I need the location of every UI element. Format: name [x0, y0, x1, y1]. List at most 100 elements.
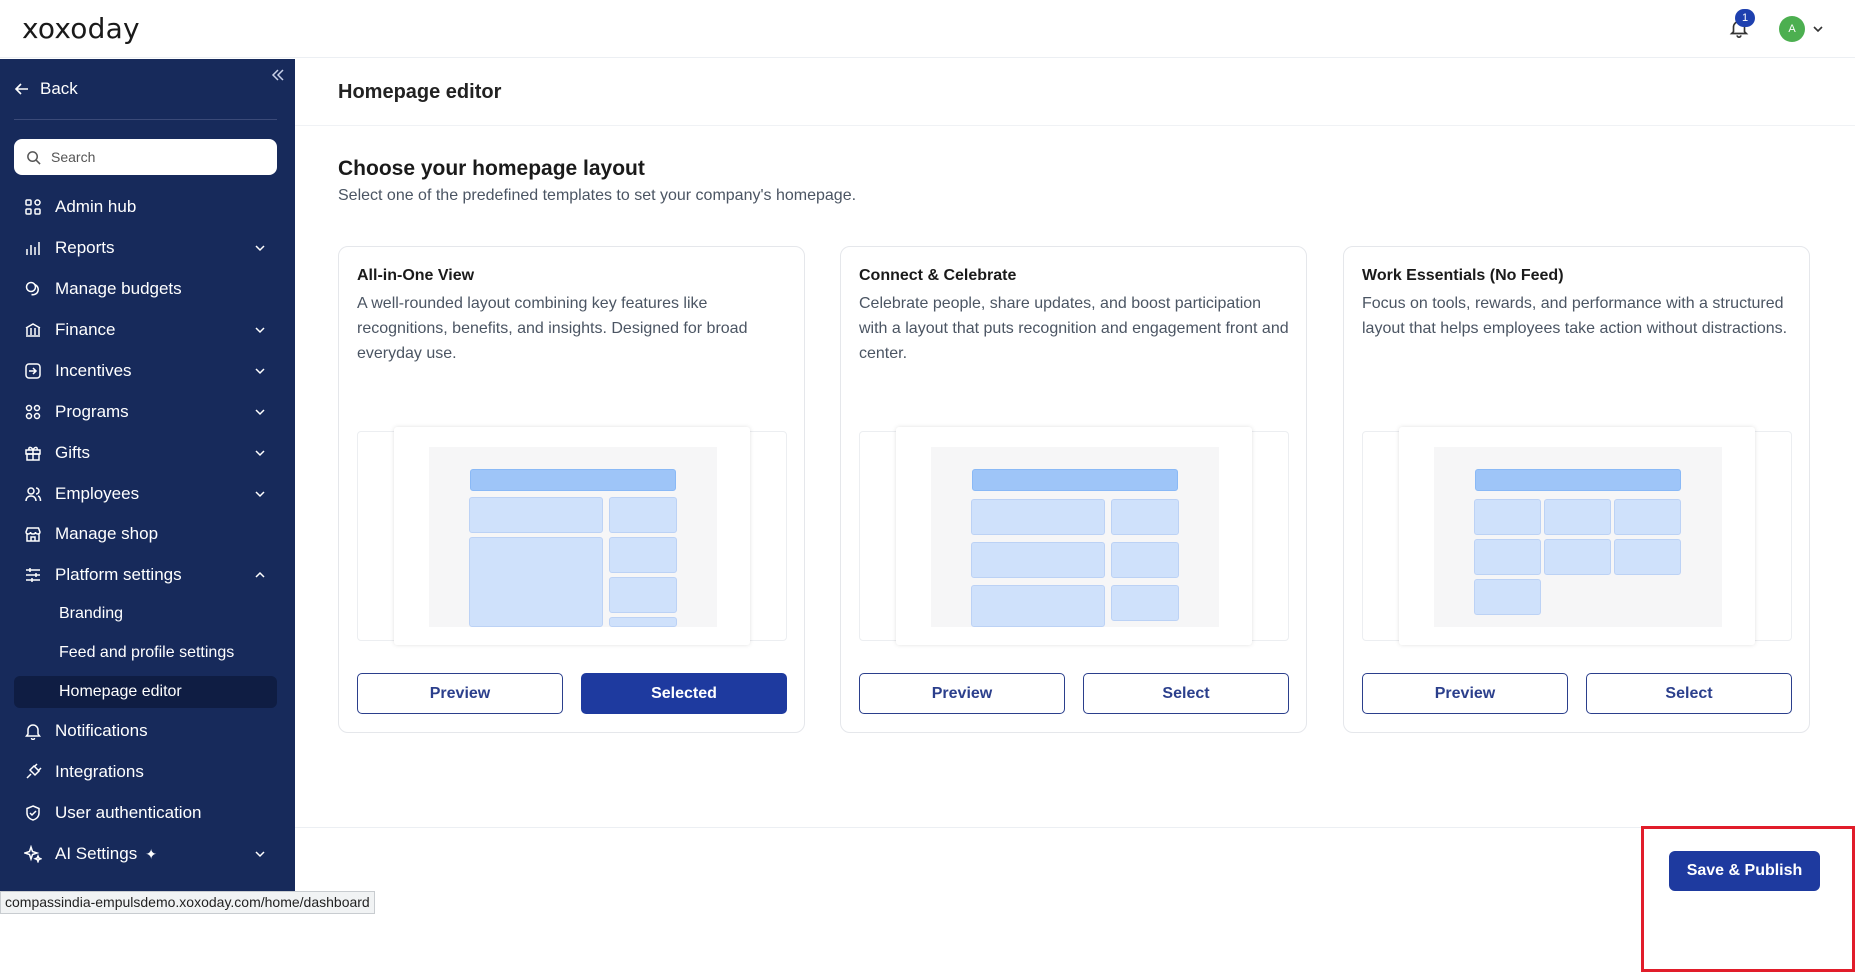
selected-button[interactable]: Selected: [581, 673, 787, 714]
status-bar-url: compassindia-empulsdemo.xoxoday.com/home…: [0, 891, 375, 914]
plug-icon: [23, 762, 43, 782]
sidebar-item-ai-settings[interactable]: AI Settings ✦: [14, 837, 277, 871]
card-description: Celebrate people, share updates, and boo…: [859, 295, 1289, 362]
chevron-down-icon: [255, 245, 265, 252]
card-description: Focus on tools, rewards, and performance…: [1362, 295, 1788, 337]
back-link[interactable]: Back: [14, 77, 78, 101]
publish-highlight-box: [1641, 826, 1855, 972]
preview-header-block: [470, 469, 676, 491]
sidebar-item-label: Manage shop: [55, 524, 159, 543]
preview-canvas: [931, 447, 1219, 627]
back-label: Back: [40, 79, 78, 98]
login-arrow-icon: [23, 361, 43, 381]
sidebar-item-manage-budgets[interactable]: Manage budgets: [14, 272, 277, 306]
preview-canvas: [1434, 447, 1722, 627]
chevron-down-icon: [255, 409, 265, 416]
sidebar-item-incentives[interactable]: Incentives: [14, 354, 277, 388]
sidebar-item-label: Gifts: [55, 443, 90, 462]
sidebar-item-notifications[interactable]: Notifications: [14, 714, 277, 748]
layout-card-work-essentials: Work Essentials (No Feed) Focus on tools…: [1343, 246, 1810, 733]
sidebar-item-label: Notifications: [55, 721, 148, 740]
sidebar-item-integrations[interactable]: Integrations: [14, 755, 277, 789]
users-icon: [23, 484, 43, 504]
preview-block: [609, 577, 677, 613]
sidebar-item-manage-shop[interactable]: Manage shop: [14, 517, 277, 551]
bank-icon: [23, 320, 43, 340]
sidebar-subitem-homepage-editor[interactable]: Homepage editor: [14, 676, 277, 708]
preview-block: [1474, 499, 1541, 535]
sidebar-divider: [14, 119, 277, 120]
save-and-publish-button[interactable]: Save & Publish: [1669, 851, 1820, 891]
layout-heading: Choose your homepage layout: [338, 157, 645, 180]
chevron-down-icon[interactable]: [1811, 22, 1825, 36]
sidebar-item-label: Finance: [55, 320, 116, 339]
xoxoday-logo[interactable]: xoxoday: [22, 12, 140, 45]
search-icon: [27, 150, 41, 165]
sidebar-item-reports[interactable]: Reports: [14, 231, 277, 265]
sidebar-item-gifts[interactable]: Gifts: [14, 436, 277, 470]
sidebar-item-label: AI Settings: [55, 844, 138, 863]
sidebar-subitem-label: Feed and profile settings: [59, 644, 235, 661]
chevron-down-icon: [255, 368, 265, 375]
page-title: Homepage editor: [338, 81, 502, 103]
collapse-sidebar-icon[interactable]: [270, 67, 286, 83]
chevron-down-icon: [255, 851, 265, 858]
store-icon: [23, 524, 43, 544]
search-input[interactable]: [51, 149, 251, 165]
select-button[interactable]: Select: [1083, 673, 1289, 714]
select-button[interactable]: Select: [1586, 673, 1792, 714]
preview-button[interactable]: Preview: [357, 673, 563, 714]
sidebar-item-finance[interactable]: Finance: [14, 313, 277, 347]
preview-button[interactable]: Preview: [859, 673, 1065, 714]
chevron-down-icon: [255, 450, 265, 457]
sidebar-search[interactable]: [14, 139, 277, 175]
sidebar-item-label: Platform settings: [55, 565, 182, 584]
preview-block: [469, 537, 603, 627]
layout-subheading: Select one of the predefined templates t…: [338, 187, 857, 204]
sidebar-item-label: Manage budgets: [55, 279, 182, 298]
sidebar-item-programs[interactable]: Programs: [14, 395, 277, 429]
layout-card-all-in-one: All-in-One View A well-rounded layout co…: [338, 246, 805, 733]
card-title: Connect & Celebrate: [859, 267, 1017, 284]
preview-block: [609, 497, 677, 533]
chevron-down-icon: [255, 327, 265, 334]
sidebar-item-platform-settings[interactable]: Platform settings: [14, 558, 277, 592]
sidebar-item-label: Programs: [55, 402, 129, 421]
shield-check-icon: [23, 803, 43, 823]
sidebar-item-label: Integrations: [55, 762, 144, 781]
sidebar: Back Admin hub Reports Manage budgets Fi…: [0, 59, 295, 914]
preview-block: [469, 497, 603, 533]
sidebar-item-label: Incentives: [55, 361, 132, 380]
preview-block: [971, 585, 1105, 627]
preview-block: [1474, 539, 1541, 575]
sidebar-item-user-authentication[interactable]: User authentication: [14, 796, 277, 830]
layout-card-connect-celebrate: Connect & Celebrate Celebrate people, sh…: [840, 246, 1307, 733]
sidebar-subitem-label: Branding: [59, 605, 124, 622]
main-content: Homepage editor Choose your homepage lay…: [295, 59, 1855, 972]
sidebar-item-employees[interactable]: Employees: [14, 477, 277, 511]
avatar[interactable]: A: [1779, 16, 1805, 42]
footer-divider: [295, 827, 1855, 828]
card-title: All-in-One View: [357, 267, 475, 284]
preview-block: [609, 617, 677, 627]
preview-block: [1111, 542, 1179, 578]
sidebar-item-label: Reports: [55, 238, 115, 257]
preview-block: [1544, 539, 1611, 575]
sidebar-item-admin-hub[interactable]: Admin hub: [14, 190, 277, 224]
preview-block: [971, 499, 1105, 535]
preview-block: [1544, 499, 1611, 535]
preview-block: [1614, 499, 1681, 535]
bell-icon: [23, 721, 43, 741]
preview-block: [1111, 499, 1179, 535]
card-description: A well-rounded layout combining key feat…: [357, 295, 748, 362]
sliders-icon: [23, 565, 43, 585]
card-title: Work Essentials (No Feed): [1362, 267, 1564, 284]
preview-block: [971, 542, 1105, 578]
bar-chart-icon: [23, 238, 43, 258]
notification-count-badge: 1: [1735, 9, 1755, 27]
sidebar-subitem-feed-and-profile-settings[interactable]: Feed and profile settings: [14, 637, 277, 669]
layout-preview-image: [357, 427, 787, 645]
preview-block: [1474, 579, 1541, 615]
sidebar-subitem-branding[interactable]: Branding: [14, 598, 277, 630]
preview-button[interactable]: Preview: [1362, 673, 1568, 714]
